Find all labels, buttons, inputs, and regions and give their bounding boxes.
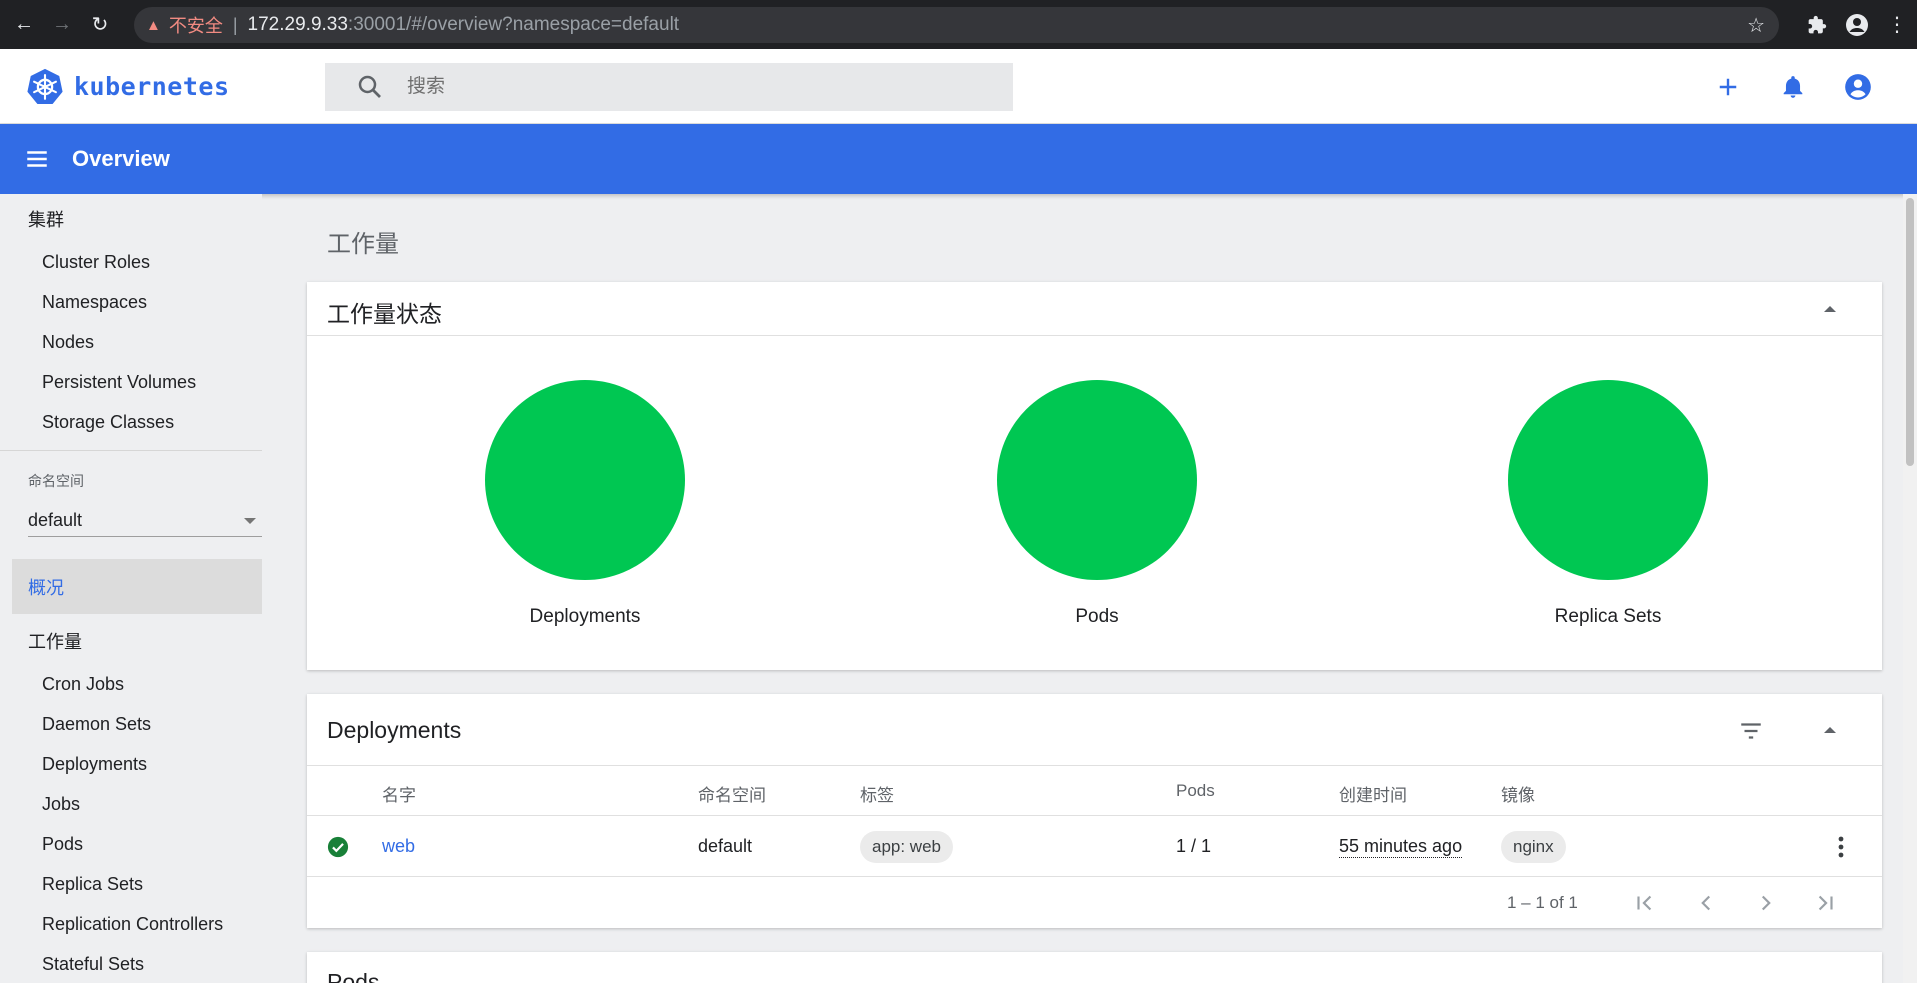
app-header: kubernetes — [0, 49, 1917, 124]
namespace-label: 命名空间 — [28, 473, 84, 489]
separator: | — [232, 14, 238, 35]
sidebar-item-stateful-sets[interactable]: Stateful Sets — [0, 944, 262, 983]
card-title: Pods — [327, 969, 380, 983]
check-circle-icon — [327, 836, 349, 858]
section-heading-workloads: 工作量 — [327, 231, 399, 258]
search-bar[interactable] — [325, 63, 1013, 111]
sidebar-item-namespaces[interactable]: Namespaces — [0, 282, 262, 322]
chart-label-replica-sets: Replica Sets — [1554, 606, 1662, 627]
logo-text: kubernetes — [74, 71, 230, 101]
sidebar-item-replication-controllers[interactable]: Replication Controllers — [0, 904, 262, 944]
column-header-images: 镜像 — [1501, 786, 1535, 805]
insecure-label: 不安全 — [168, 16, 223, 36]
deployments-status-chart[interactable] — [485, 380, 685, 580]
url-path: :30001/#/overview?namespace=default — [347, 14, 680, 35]
chart-label-pods: Pods — [1075, 606, 1119, 627]
last-page-icon[interactable] — [1812, 890, 1838, 916]
back-icon[interactable]: ← — [10, 11, 38, 39]
sidebar-item-cluster-roles[interactable]: Cluster Roles — [0, 242, 262, 282]
collapse-caret-icon[interactable] — [1824, 727, 1836, 733]
browser-menu-icon[interactable]: ⋮ — [1877, 5, 1917, 45]
pods-status-chart[interactable] — [997, 380, 1197, 580]
search-input[interactable] — [407, 76, 967, 98]
card-title: 工作量状态 — [327, 301, 442, 327]
column-header-labels: 标签 — [860, 786, 894, 805]
replica-sets-status-chart[interactable] — [1508, 380, 1708, 580]
deployments-card: Deployments 名字 命名空间 标签 Pods 创建时间 镜像 web … — [307, 694, 1882, 928]
sidebar-item-daemon-sets[interactable]: Daemon Sets — [0, 704, 262, 744]
reload-icon[interactable]: ↻ — [86, 11, 114, 39]
sidebar-group-workloads[interactable]: 工作量 — [0, 626, 262, 656]
sidebar-item-cron-jobs[interactable]: Cron Jobs — [0, 664, 262, 704]
bookmark-star-icon[interactable]: ☆ — [1747, 13, 1765, 38]
sidebar-group-cluster[interactable]: 集群 — [0, 204, 262, 234]
table-header: 名字 命名空间 标签 Pods 创建时间 镜像 — [307, 766, 1882, 816]
previous-page-icon[interactable] — [1693, 890, 1719, 916]
profile-icon[interactable] — [1837, 5, 1877, 45]
kubernetes-helm-icon — [27, 68, 63, 105]
pager-range: 1 – 1 of 1 — [1507, 893, 1578, 912]
column-header-name[interactable]: 名字 — [382, 781, 416, 806]
more-vert-icon[interactable] — [1838, 835, 1844, 859]
image-chip: nginx — [1501, 831, 1566, 863]
pods-card: Pods — [307, 952, 1882, 983]
sidebar-item-replica-sets[interactable]: Replica Sets — [0, 864, 262, 904]
warning-icon: ▲ — [146, 16, 161, 34]
created-time: 55 minutes ago — [1339, 836, 1463, 858]
card-title: Deployments — [327, 717, 462, 743]
forward-icon[interactable]: → — [48, 11, 76, 39]
sidebar-item-nodes[interactable]: Nodes — [0, 322, 262, 362]
browser-toolbar: ← → ↻ ▲ 不安全 | 172.29.9.33 :30001/#/overv… — [0, 0, 1917, 49]
sidebar-item-pods[interactable]: Pods — [0, 824, 262, 864]
sidebar-nav: 集群 Cluster Roles Namespaces Nodes Persis… — [0, 194, 262, 983]
deployment-pods-count: 1 / 1 — [1176, 836, 1212, 856]
label-chip: app: web — [860, 831, 953, 863]
sidebar-item-persistent-volumes[interactable]: Persistent Volumes — [0, 362, 262, 402]
first-page-icon[interactable] — [1632, 890, 1658, 916]
url-host: 172.29.9.33 — [247, 14, 348, 35]
scrollbar-thumb[interactable] — [1906, 198, 1914, 466]
sidebar-item-deployments[interactable]: Deployments — [0, 744, 262, 784]
namespace-select[interactable]: default — [28, 505, 262, 537]
sidebar-divider — [0, 450, 262, 451]
notifications-bell-icon[interactable] — [1774, 68, 1812, 106]
deployment-namespace: default — [698, 836, 753, 856]
search-icon — [358, 75, 381, 98]
main-content: 工作量 工作量状态 Deployments Pods Replica Sets … — [262, 194, 1917, 983]
namespace-value: default — [28, 510, 83, 530]
extensions-icon[interactable] — [1797, 5, 1837, 45]
next-page-icon[interactable] — [1753, 890, 1779, 916]
page-title: Overview — [72, 146, 170, 171]
hamburger-menu-icon[interactable] — [24, 146, 50, 172]
address-bar[interactable]: ▲ 不安全 | 172.29.9.33 :30001/#/overview?na… — [134, 7, 1779, 43]
paginator: 1 – 1 of 1 — [307, 877, 1882, 927]
column-header-pods: Pods — [1176, 781, 1215, 800]
account-circle-icon[interactable] — [1839, 68, 1877, 106]
chart-label-deployments: Deployments — [529, 606, 641, 627]
filter-icon[interactable] — [1738, 718, 1764, 744]
sidebar-item-jobs[interactable]: Jobs — [0, 784, 262, 824]
deployment-name-link[interactable]: web — [382, 836, 415, 857]
table-row: web default app: web 1 / 1 55 minutes ag… — [307, 816, 1882, 877]
main-scrollbar[interactable] — [1903, 194, 1917, 983]
collapse-caret-icon[interactable] — [1824, 306, 1836, 312]
column-header-namespace: 命名空间 — [698, 786, 766, 805]
kubernetes-logo[interactable]: kubernetes — [26, 67, 230, 105]
page-toolbar: Overview — [0, 124, 1917, 194]
sidebar-item-overview[interactable]: 概况 — [12, 559, 262, 614]
create-plus-icon[interactable] — [1709, 68, 1747, 106]
column-header-created[interactable]: 创建时间 — [1339, 781, 1407, 806]
sidebar-item-storage-classes[interactable]: Storage Classes — [0, 402, 262, 442]
dropdown-caret-icon — [244, 517, 256, 524]
workload-status-card: 工作量状态 Deployments Pods Replica Sets — [307, 282, 1882, 670]
